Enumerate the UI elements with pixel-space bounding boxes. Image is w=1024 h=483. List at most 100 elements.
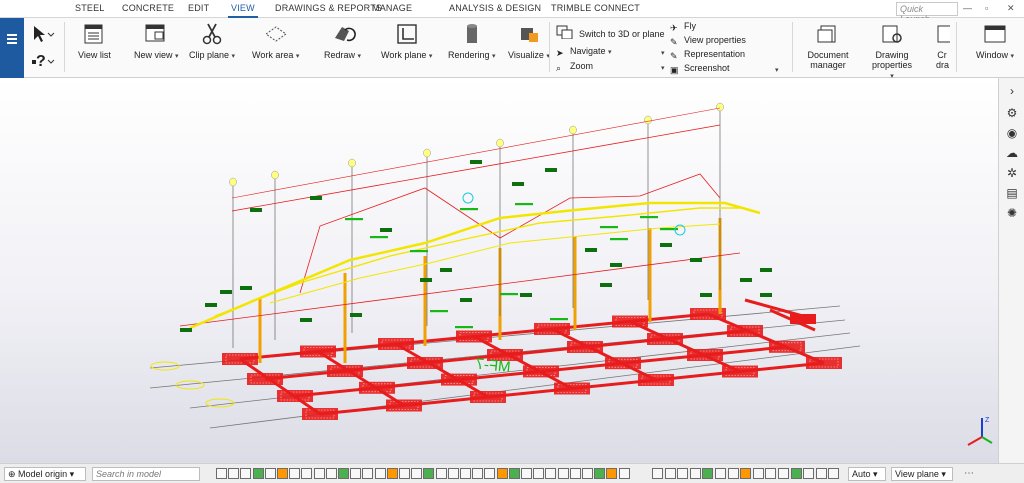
snap-button[interactable] — [533, 468, 544, 479]
tab-steel[interactable]: STEEL — [75, 3, 105, 13]
snap-button[interactable] — [423, 468, 434, 479]
work-area-button[interactable]: Work area ▾ — [252, 22, 299, 60]
snap-button[interactable] — [497, 468, 508, 479]
work-plane-button[interactable]: Work plane ▾ — [381, 22, 432, 60]
snap-button[interactable] — [690, 468, 701, 479]
snap-button[interactable] — [778, 468, 789, 479]
navigate-button[interactable]: ➤ Navigate ▾ — [556, 46, 612, 58]
snap-button[interactable] — [594, 468, 605, 479]
snap-button[interactable] — [436, 468, 447, 479]
snap-button[interactable] — [715, 468, 726, 479]
tie-beam-cross — [395, 342, 489, 399]
snap-button[interactable] — [677, 468, 688, 479]
snap-button[interactable] — [301, 468, 312, 479]
snap-button[interactable] — [265, 468, 276, 479]
auto-dropdown[interactable]: Auto ▾ — [848, 467, 886, 481]
minimize-icon[interactable]: — — [963, 3, 972, 13]
tab-manage[interactable]: MANAGE — [372, 3, 412, 13]
rendering-button[interactable]: Rendering ▾ — [448, 22, 496, 60]
view-list-button[interactable]: View list — [78, 22, 111, 60]
snap-button[interactable] — [289, 468, 300, 479]
more-tools-icon[interactable]: ⋯ — [964, 468, 974, 479]
visualize-button[interactable]: Visualize ▾ — [508, 22, 550, 60]
snap-button[interactable] — [472, 468, 483, 479]
application-menu-button[interactable] — [0, 18, 24, 78]
snap-button[interactable] — [545, 468, 556, 479]
gear-icon[interactable]: ✲ — [1005, 166, 1019, 180]
annotation-text — [460, 208, 478, 211]
snap-button[interactable] — [314, 468, 325, 479]
tab-drawings-reports[interactable]: DRAWINGS & REPORTS — [275, 3, 382, 13]
snap-button[interactable] — [411, 468, 422, 479]
switch-3d-button[interactable]: Switch to 3D or plane — [556, 25, 665, 39]
settings-icon[interactable]: ✺ — [1005, 206, 1019, 220]
pointer-icon[interactable]: ? — [30, 24, 58, 74]
snap-button[interactable] — [652, 468, 663, 479]
snap-button[interactable] — [375, 468, 386, 479]
snap-button[interactable] — [728, 468, 739, 479]
tab-view[interactable]: VIEW — [228, 3, 258, 18]
clip-plane-button[interactable]: Clip plane ▾ — [189, 22, 235, 60]
tab-analysis-design[interactable]: ANALYSIS & DESIGN — [449, 3, 541, 13]
snap-button[interactable] — [803, 468, 814, 479]
snap-button[interactable] — [791, 468, 802, 479]
properties-icon[interactable]: ⚙ — [1005, 106, 1019, 120]
window-button[interactable]: Window ▾ — [976, 22, 1014, 60]
quick-launch-input[interactable]: Quick Launch — [896, 2, 958, 24]
snap-button[interactable] — [619, 468, 630, 479]
snap-button[interactable] — [740, 468, 751, 479]
snap-button[interactable] — [216, 468, 227, 479]
create-drawing-button[interactable]: Cr dra — [936, 22, 950, 70]
clipboard-icon[interactable]: ▤ — [1005, 186, 1019, 200]
snap-button[interactable] — [448, 468, 459, 479]
screenshot-button[interactable]: ▣ Screenshot — [670, 63, 730, 75]
fly-button[interactable]: ✈ Fly — [670, 21, 696, 33]
view-properties-button[interactable]: ✎ View properties — [670, 35, 746, 47]
view-plane-dropdown[interactable]: View plane ▾ — [891, 467, 953, 481]
snap-button[interactable] — [350, 468, 361, 479]
expand-panel-icon[interactable]: › — [1005, 84, 1019, 98]
snap-button[interactable] — [277, 468, 288, 479]
snap-button[interactable] — [387, 468, 398, 479]
snap-button[interactable] — [326, 468, 337, 479]
snap-button[interactable] — [828, 468, 839, 479]
snap-button[interactable] — [753, 468, 764, 479]
restore-icon[interactable]: ▫ — [985, 3, 988, 13]
model-origin-dropdown[interactable]: ⊕ Model origin ▾ — [4, 467, 86, 481]
snap-button[interactable] — [606, 468, 617, 479]
snap-button[interactable] — [582, 468, 593, 479]
zoom-button[interactable]: ⌕ Zoom — [556, 61, 593, 73]
snap-button[interactable] — [509, 468, 520, 479]
navigate-dropdown-arrow[interactable]: ▾ — [661, 49, 665, 57]
model-viewport[interactable]: MF-7 Z — [0, 78, 998, 463]
representation-button[interactable]: ✎ Representation — [670, 49, 745, 61]
redraw-button[interactable]: Redraw ▾ — [324, 22, 361, 60]
cloud-icon[interactable]: ☁ — [1005, 146, 1019, 160]
snap-button[interactable] — [521, 468, 532, 479]
tab-trimble-connect[interactable]: TRIMBLE CONNECT — [551, 3, 640, 13]
snap-button[interactable] — [816, 468, 827, 479]
tab-edit[interactable]: EDIT — [188, 3, 209, 13]
snap-button[interactable] — [765, 468, 776, 479]
snap-button[interactable] — [460, 468, 471, 479]
screenshot-dropdown-arrow[interactable]: ▾ — [775, 66, 779, 74]
drawing-properties-button[interactable]: Drawing properties ▾ — [866, 22, 918, 80]
zoom-dropdown-arrow[interactable]: ▾ — [661, 64, 665, 72]
snap-button[interactable] — [665, 468, 676, 479]
tab-concrete[interactable]: CONCRETE — [122, 3, 174, 13]
globe-icon[interactable]: ◉ — [1005, 126, 1019, 140]
snap-button[interactable] — [558, 468, 569, 479]
snap-button[interactable] — [399, 468, 410, 479]
new-view-button[interactable]: New view ▾ — [134, 22, 179, 60]
search-in-model-input[interactable]: Search in model — [92, 467, 200, 481]
snap-button[interactable] — [253, 468, 264, 479]
document-manager-button[interactable]: Document manager — [804, 22, 852, 70]
snap-button[interactable] — [228, 468, 239, 479]
snap-button[interactable] — [570, 468, 581, 479]
snap-button[interactable] — [362, 468, 373, 479]
snap-button[interactable] — [240, 468, 251, 479]
snap-button[interactable] — [484, 468, 495, 479]
snap-button[interactable] — [702, 468, 713, 479]
close-icon[interactable]: ✕ — [1007, 3, 1015, 14]
snap-button[interactable] — [338, 468, 349, 479]
